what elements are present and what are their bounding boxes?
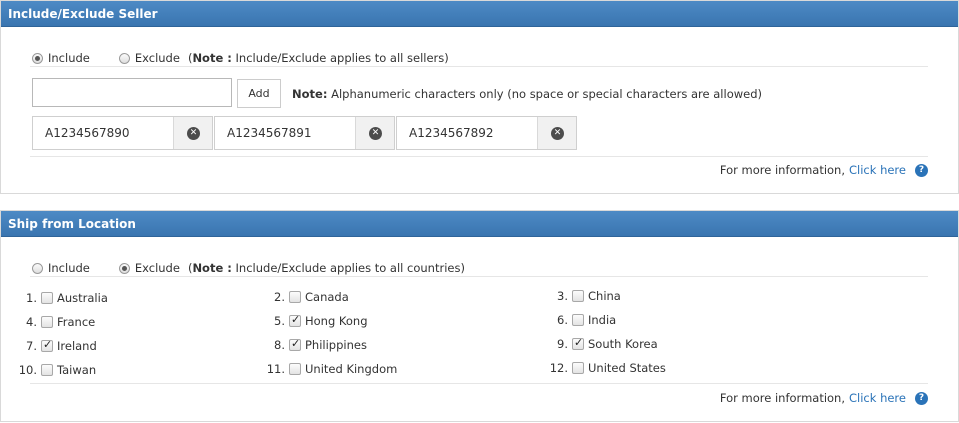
country-checkbox[interactable] <box>41 338 53 352</box>
location-mode-radios: Include Exclude (Note : Include/Exclude … <box>32 261 465 275</box>
country-item: 7. Ireland <box>17 338 97 353</box>
divider <box>30 383 928 384</box>
seller-tag-text: A1234567892 <box>409 126 494 140</box>
seller-tag-text: A1234567890 <box>45 126 130 140</box>
country-checkbox[interactable] <box>572 314 584 326</box>
divider <box>30 156 928 157</box>
seller-tag: A1234567891 ✕ <box>214 116 395 150</box>
remove-tag-button[interactable]: ✕ <box>355 117 394 149</box>
country-item: 4. France <box>26 315 96 329</box>
close-circle-icon: ✕ <box>551 127 564 140</box>
exclude-label[interactable]: Exclude <box>135 51 180 65</box>
exclude-radio[interactable] <box>118 52 130 64</box>
country-item: 9. South Korea <box>548 336 658 351</box>
close-circle-icon: ✕ <box>369 127 382 140</box>
include-exclude-seller-panel: Include/Exclude Seller Include Exclude (… <box>0 0 959 194</box>
country-checkbox[interactable] <box>572 362 584 374</box>
click-here-link[interactable]: Click here <box>849 163 906 177</box>
country-item: 1. Australia <box>26 291 108 305</box>
seller-mode-radios: Include Exclude (Note : Include/Exclude … <box>32 51 449 65</box>
panel-title: Ship from Location <box>1 211 958 237</box>
seller-tag: A1234567890 ✕ <box>32 116 213 150</box>
country-item: 2. Canada <box>274 290 349 304</box>
divider <box>30 276 928 277</box>
country-item: 3. China <box>557 289 621 303</box>
include-label[interactable]: Include <box>48 261 90 275</box>
more-info: For more information, Click here ? <box>720 163 928 177</box>
include-label[interactable]: Include <box>48 51 90 65</box>
country-label[interactable]: Philippines <box>305 338 367 352</box>
country-label[interactable]: Ireland <box>57 339 97 353</box>
country-checkbox[interactable] <box>572 336 584 350</box>
location-note: (Note : Include/Exclude applies to all c… <box>187 261 465 275</box>
country-checkbox[interactable] <box>289 313 301 327</box>
country-label[interactable]: Canada <box>305 290 349 304</box>
remove-tag-button[interactable]: ✕ <box>173 117 212 149</box>
more-info: For more information, Click here ? <box>720 391 928 405</box>
country-item: 11. United Kingdom <box>266 362 398 376</box>
country-checkbox[interactable] <box>41 316 53 328</box>
seller-tag: A1234567892 ✕ <box>396 116 577 150</box>
remove-tag-button[interactable]: ✕ <box>537 117 576 149</box>
country-label[interactable]: Taiwan <box>57 363 96 377</box>
panel-title: Include/Exclude Seller <box>1 1 958 27</box>
country-checkbox[interactable] <box>41 292 53 304</box>
country-checkbox[interactable] <box>572 290 584 302</box>
country-label[interactable]: Australia <box>57 291 108 305</box>
country-checkbox[interactable] <box>289 291 301 303</box>
more-info-text: For more information, <box>719 391 846 405</box>
seller-tag-text: A1234567891 <box>227 126 312 140</box>
seller-note: (Note : Include/Exclude applies to all s… <box>187 51 449 65</box>
alphanumeric-note: Note: Alphanumeric characters only (no s… <box>292 87 762 101</box>
country-checkbox[interactable] <box>289 337 301 351</box>
click-here-link[interactable]: Click here <box>849 391 906 405</box>
country-item: 5. Hong Kong <box>265 313 368 328</box>
country-label[interactable]: South Korea <box>588 337 658 351</box>
country-label[interactable]: China <box>588 289 621 303</box>
exclude-radio[interactable] <box>118 262 130 274</box>
include-radio[interactable] <box>32 52 43 64</box>
country-item: 10. Taiwan <box>18 363 97 377</box>
add-button[interactable]: Add <box>237 79 281 108</box>
country-label[interactable]: Hong Kong <box>305 314 368 328</box>
ship-from-location-panel: Ship from Location Include Exclude (Note… <box>0 210 959 422</box>
country-item: 8. Philippines <box>265 337 367 352</box>
question-circle-icon[interactable]: ? <box>915 163 928 177</box>
country-checkbox[interactable] <box>41 364 53 376</box>
include-radio[interactable] <box>32 262 43 274</box>
divider <box>30 66 928 67</box>
country-label[interactable]: United States <box>588 361 666 375</box>
country-checkbox[interactable] <box>289 363 301 375</box>
question-circle-icon[interactable]: ? <box>915 391 928 405</box>
country-item: 6. India <box>557 313 617 327</box>
country-label[interactable]: France <box>57 315 95 329</box>
seller-id-input[interactable] <box>32 78 232 107</box>
exclude-label[interactable]: Exclude <box>135 261 180 275</box>
more-info-text: For more information, <box>719 163 846 177</box>
close-circle-icon: ✕ <box>187 127 200 140</box>
country-item: 12. United States <box>549 361 666 375</box>
country-label[interactable]: United Kingdom <box>305 362 397 376</box>
country-label[interactable]: India <box>588 313 616 327</box>
